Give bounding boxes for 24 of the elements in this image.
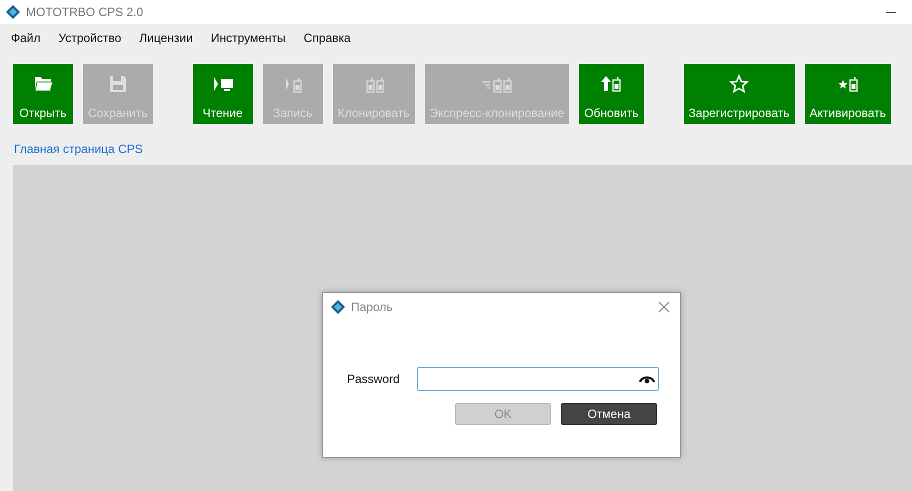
field-label: Password <box>347 372 401 386</box>
toolbar-button[interactable]: Зарегистрировать <box>684 64 794 124</box>
menu-item[interactable]: Справка <box>304 31 351 45</box>
menu-item[interactable]: Устройство <box>58 31 122 45</box>
toolbar-button[interactable]: Чтение <box>192 64 253 124</box>
window-title: MOTOTRBO CPS 2.0 <box>26 5 144 19</box>
menu-item[interactable]: Инструменты <box>210 31 286 45</box>
password-field[interactable] <box>417 367 659 391</box>
star-radio-icon <box>838 74 858 94</box>
folder-icon <box>33 74 53 94</box>
app-logo-icon <box>331 300 345 314</box>
star-icon <box>729 74 750 94</box>
toolbar-button[interactable]: Обновить <box>579 64 644 124</box>
cancel-button[interactable]: Отмена <box>561 403 657 425</box>
toolbar-button[interactable]: Активировать <box>804 64 891 124</box>
breadcrumb-link[interactable]: Главная страница CPS <box>14 142 143 156</box>
eye-icon[interactable] <box>639 374 655 384</box>
upload-radio-icon <box>601 74 622 94</box>
app-logo-icon <box>6 5 20 19</box>
menu-item[interactable]: Файл <box>11 31 41 45</box>
toolbar-button[interactable]: Открыть <box>13 64 73 124</box>
close-icon[interactable] <box>658 301 670 313</box>
dialog-title: Пароль <box>351 300 393 314</box>
menu-item[interactable]: Лицензии <box>139 31 193 45</box>
